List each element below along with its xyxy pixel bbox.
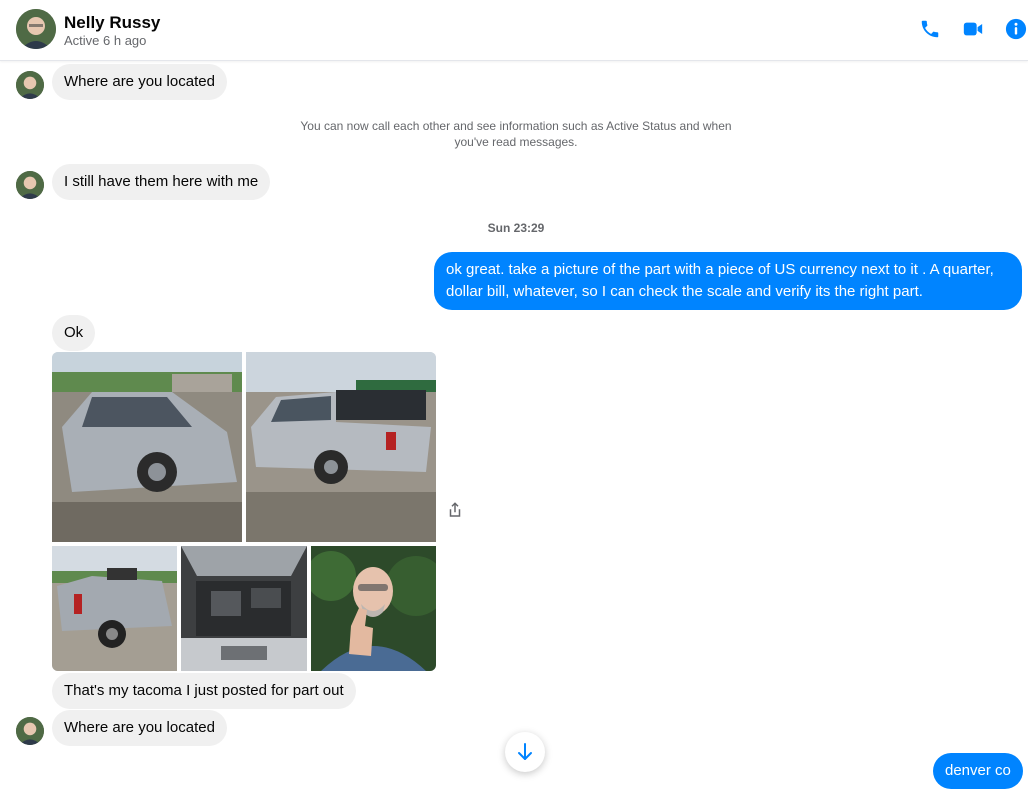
video-camera-icon[interactable] (962, 18, 984, 40)
incoming-message[interactable]: Where are you located (52, 64, 227, 100)
truck-side-photo[interactable] (246, 352, 436, 542)
engine-bay-photo[interactable] (181, 546, 307, 671)
contact-name[interactable]: Nelly Russy (64, 13, 160, 33)
phone-icon[interactable] (919, 18, 941, 40)
chat-header: Nelly Russy Active 6 h ago (0, 0, 1028, 61)
incoming-message[interactable]: Where are you located (52, 710, 227, 746)
outgoing-message[interactable]: denver co (933, 753, 1023, 789)
message-avatar[interactable] (16, 717, 44, 745)
share-icon[interactable] (446, 501, 464, 519)
incoming-message[interactable]: I still have them here with me (52, 164, 271, 200)
truck-rear-photo[interactable] (52, 546, 177, 671)
message-avatar[interactable] (16, 171, 44, 199)
incoming-message[interactable]: Ok (52, 315, 96, 351)
contact-status: Active 6 h ago (64, 33, 147, 48)
man-thumbs-up-photo[interactable] (311, 546, 436, 671)
outgoing-message[interactable]: ok great. take a picture of the part wit… (434, 252, 1022, 310)
message-avatar[interactable] (16, 71, 44, 99)
contact-avatar[interactable] (16, 9, 56, 49)
message-timestamp: Sun 23:29 (487, 221, 545, 235)
incoming-message[interactable]: That's my tacoma I just posted for part … (52, 673, 356, 709)
info-icon[interactable] (1005, 18, 1027, 40)
scroll-to-bottom-button[interactable] (505, 732, 545, 772)
system-notice: You can now call each other and see info… (300, 119, 732, 149)
arrow-down-icon (518, 743, 532, 760)
damaged-truck-front-photo[interactable] (52, 352, 242, 542)
